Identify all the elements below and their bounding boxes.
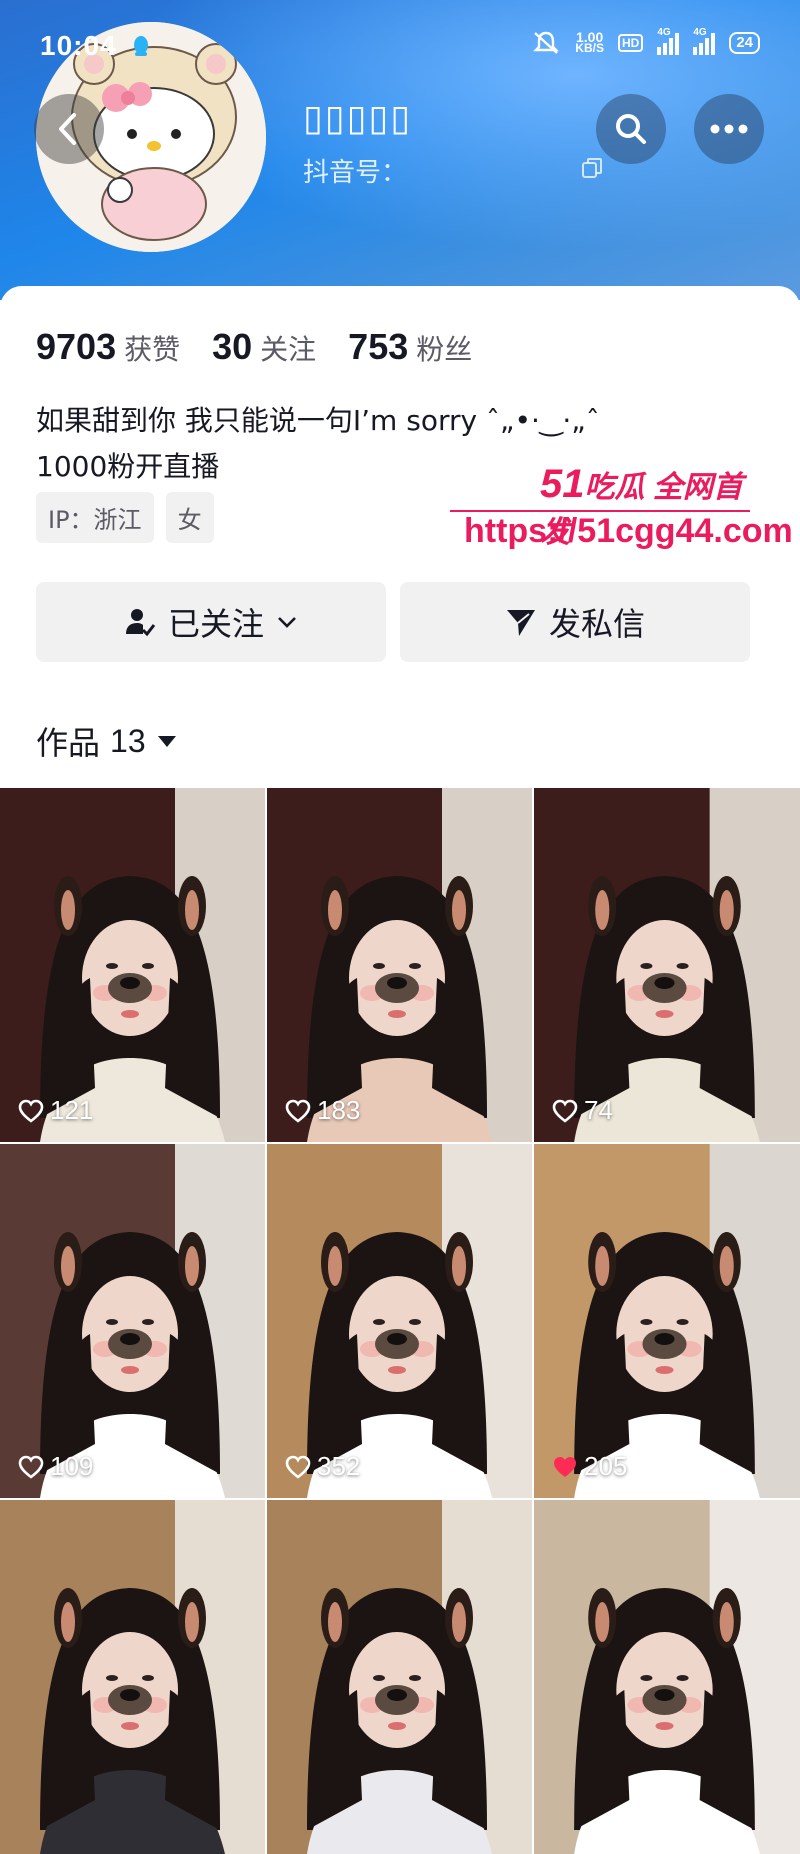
heart-outline-icon: [285, 1455, 311, 1479]
video-like-count: 109: [18, 1451, 93, 1482]
video-thumbnail[interactable]: [0, 1500, 265, 1854]
search-icon: [616, 114, 646, 144]
tag-gender: 女: [165, 492, 214, 543]
signal-icon-2: 4G: [693, 27, 716, 55]
profile-tags: IP：浙江 女: [36, 492, 214, 543]
video-like-count: 352: [285, 1451, 360, 1482]
video-thumbnail-image: [534, 788, 800, 1142]
video-thumbnail-image: [267, 1500, 532, 1854]
send-message-label: 发私信: [548, 605, 645, 643]
tag-ip-location: IP：浙江: [36, 492, 154, 543]
video-thumbnail-image: [267, 1144, 532, 1498]
video-thumbnail[interactable]: 183: [267, 788, 532, 1142]
stat-following[interactable]: 30 关注: [212, 326, 316, 368]
video-thumbnail-image: [267, 788, 532, 1142]
video-like-count-label: 352: [317, 1451, 361, 1481]
status-bar: 10:04 1.00 KB/S HD 4G 4G 24: [40, 27, 760, 70]
profile-stats: 9703 获赞 30 关注 753 粉丝: [36, 326, 472, 368]
video-thumbnail-image: [0, 788, 265, 1142]
search-button[interactable]: [596, 94, 666, 164]
followed-button-label: 已关注: [167, 605, 264, 643]
video-like-count-label: 183: [317, 1095, 361, 1125]
user-check-icon: [125, 609, 156, 637]
video-thumbnail[interactable]: 74: [534, 788, 800, 1142]
heart-outline-icon: [552, 1099, 578, 1123]
video-thumbnail-image: [0, 1500, 265, 1854]
heart-outline-icon: [18, 1099, 44, 1123]
profile-header: 10:04 1.00 KB/S HD 4G 4G 24 ▯▯▯▯▯ 抖音号：: [0, 0, 800, 300]
video-like-count-label: 205: [584, 1451, 628, 1481]
followed-button[interactable]: 已关注: [36, 582, 386, 662]
send-message-button[interactable]: 发私信: [400, 582, 750, 662]
status-time: 10:04: [40, 30, 117, 61]
network-speed: 1.00 KB/S: [575, 29, 604, 55]
video-thumbnail[interactable]: 109: [0, 1144, 265, 1498]
send-icon: [506, 610, 535, 636]
stat-followers[interactable]: 753 粉丝: [348, 326, 472, 368]
video-like-count: 74: [552, 1095, 613, 1126]
video-thumbnail[interactable]: [267, 1500, 532, 1854]
video-thumbnail-image: [0, 1144, 265, 1498]
hd-badge: HD: [617, 34, 644, 52]
signal-icon: 4G: [657, 27, 680, 55]
video-thumbnail[interactable]: 352: [267, 1144, 532, 1498]
watermark: 51吃瓜 全网首发 https://51cgg44.com: [450, 462, 793, 562]
qq-notification-icon: [134, 36, 148, 56]
video-thumbnail[interactable]: 205: [534, 1144, 800, 1498]
battery-indicator: 24: [729, 32, 760, 54]
video-thumbnail-image: [534, 1144, 800, 1498]
works-count: 13: [110, 722, 146, 759]
video-like-count: 121: [18, 1095, 93, 1126]
heart-filled-icon: [554, 1456, 576, 1477]
video-thumbnail[interactable]: [534, 1500, 800, 1854]
more-dots-icon: [710, 124, 748, 134]
works-tab[interactable]: 作品 13: [36, 718, 178, 764]
works-label: 作品: [36, 724, 101, 762]
video-like-count-label: 109: [50, 1451, 94, 1481]
video-thumbnail[interactable]: 121: [0, 788, 265, 1142]
nickname: ▯▯▯▯▯: [303, 98, 413, 139]
caret-down-icon: [157, 736, 176, 747]
douyin-id[interactable]: 抖音号：: [303, 152, 407, 189]
heart-outline-icon: [285, 1099, 311, 1123]
watermark-url: https://51cgg44.com: [464, 512, 793, 550]
stat-likes[interactable]: 9703 获赞: [36, 326, 180, 368]
copy-icon[interactable]: [580, 156, 604, 180]
more-button[interactable]: [694, 94, 764, 164]
video-like-count-label: 74: [584, 1095, 613, 1125]
back-button[interactable]: [34, 94, 104, 164]
heart-outline-icon: [18, 1455, 44, 1479]
video-like-count: 183: [285, 1095, 360, 1126]
video-like-count: 205: [552, 1451, 627, 1482]
video-grid: 121 183 74 109 352 205: [0, 788, 800, 1854]
video-like-count-label: 121: [50, 1095, 94, 1125]
mute-bell-icon: [533, 31, 560, 54]
bio-line-1: 如果甜到你 我只能说一句I’m sorry ˆ„•·‿·„ˆ: [36, 404, 600, 437]
chevron-left-icon: [59, 113, 76, 145]
chevron-down-icon: [278, 617, 296, 628]
video-thumbnail-image: [534, 1500, 800, 1854]
